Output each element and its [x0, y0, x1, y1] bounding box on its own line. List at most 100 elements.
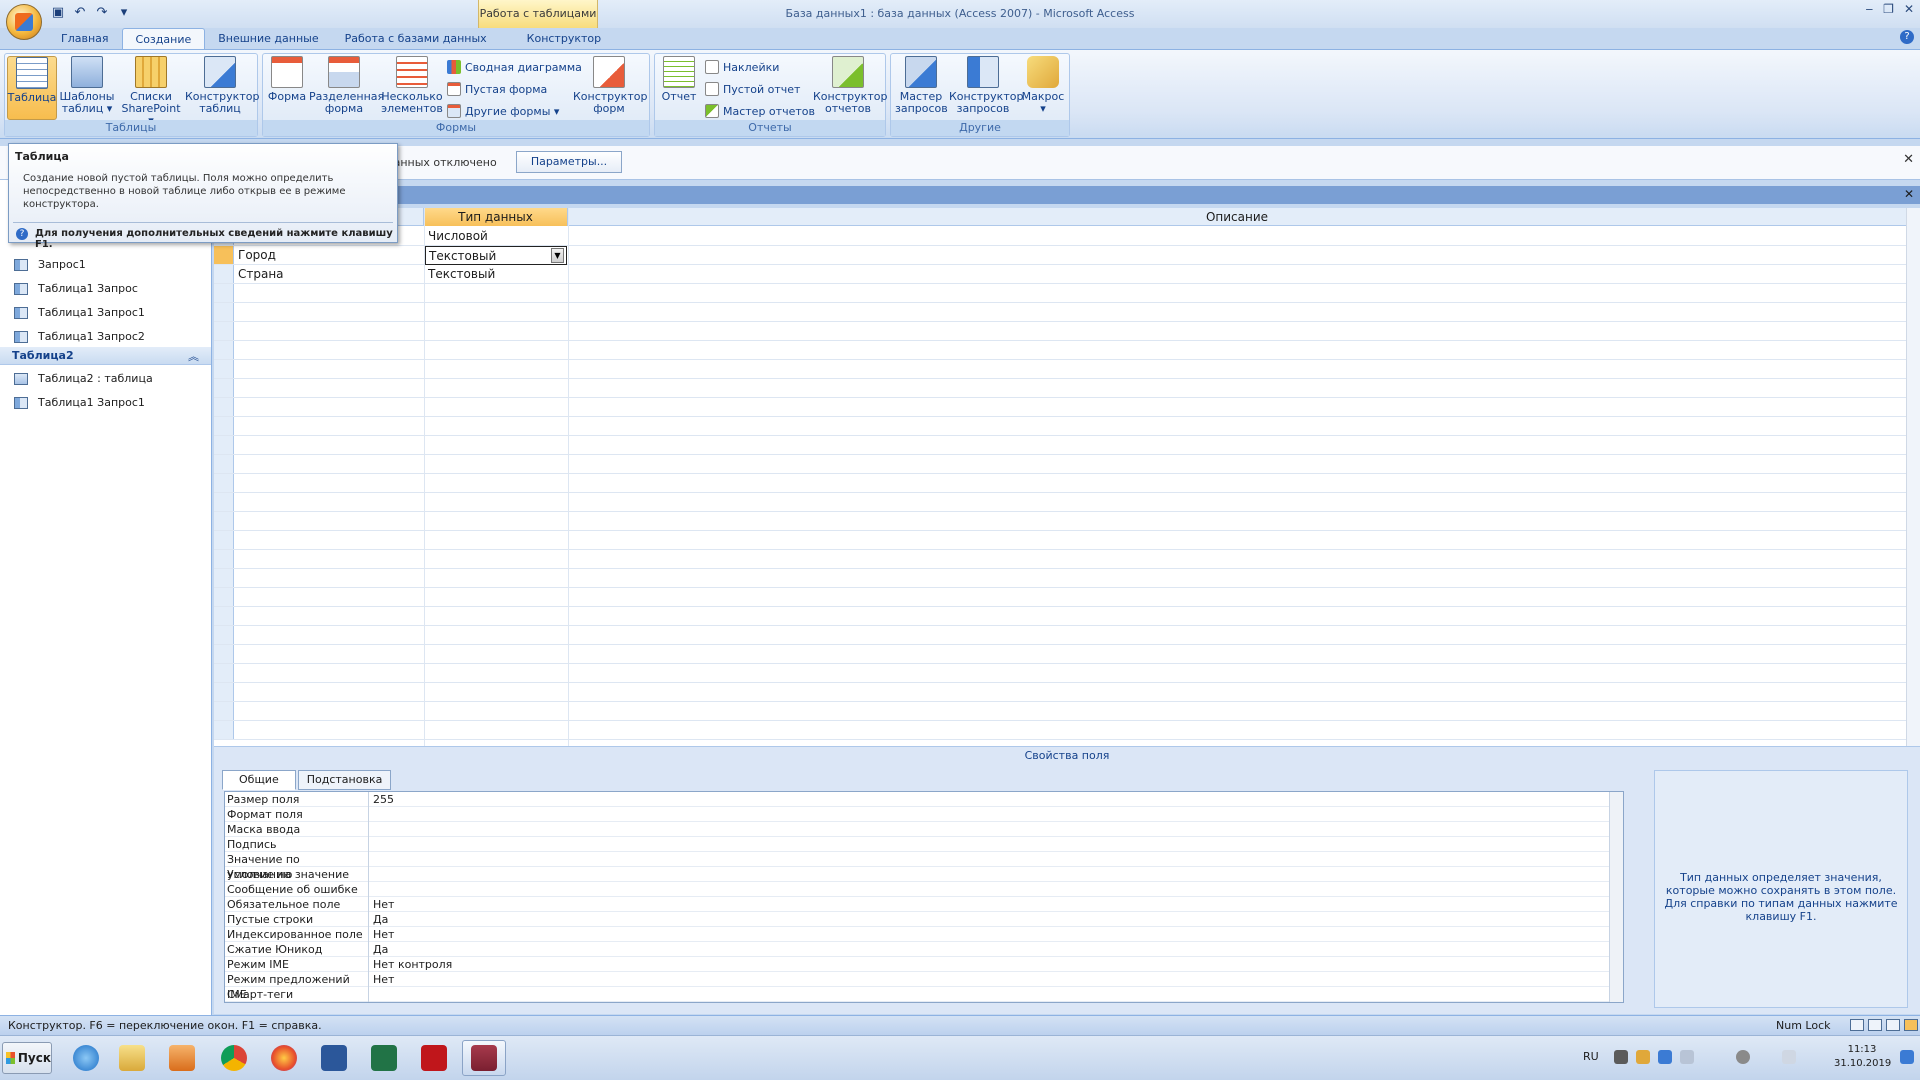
datasheet-view-icon[interactable] — [1850, 1019, 1864, 1031]
row-selector[interactable] — [214, 664, 234, 682]
macro-button[interactable]: Макрос ▾ — [1021, 56, 1065, 115]
multiple-items-button[interactable]: Несколько элементов — [381, 56, 443, 115]
row-selector[interactable] — [214, 683, 234, 701]
property-row[interactable]: Режим предложений IME Нет — [225, 972, 1623, 1001]
table-row[interactable] — [214, 588, 1906, 607]
row-selector[interactable] — [214, 341, 234, 359]
design-view-icon[interactable] — [1904, 1019, 1918, 1031]
property-value[interactable]: 255 — [373, 792, 394, 807]
nav-item-table1-query1[interactable]: Таблица1 Запрос1 — [14, 306, 145, 319]
data-type-cell[interactable]: Текстовый ▼ — [425, 246, 567, 265]
table-row[interactable] — [214, 569, 1906, 588]
row-selector[interactable] — [214, 607, 234, 625]
help-icon[interactable]: ? — [1900, 30, 1914, 44]
taskbar-excel[interactable] — [362, 1040, 406, 1076]
property-value[interactable]: Нет контроля — [373, 957, 452, 972]
property-value[interactable]: Нет — [373, 927, 394, 942]
query-designer-button[interactable]: Конструктор запросов — [949, 56, 1023, 115]
table-row[interactable] — [214, 455, 1906, 474]
row-selector[interactable] — [214, 702, 234, 720]
row-selector[interactable] — [214, 379, 234, 397]
tray-app-icon[interactable] — [1636, 1050, 1650, 1064]
labels-button[interactable]: Наклейки — [705, 60, 779, 74]
row-selector[interactable] — [214, 398, 234, 416]
row-selector[interactable] — [214, 550, 234, 568]
nav-item-table2[interactable]: Таблица2 : таблица — [14, 372, 153, 385]
close-icon[interactable]: ✕ — [1904, 2, 1914, 16]
property-row[interactable]: Пустые строки Да — [225, 912, 1623, 927]
table-row[interactable] — [214, 398, 1906, 417]
taskbar-access[interactable] — [462, 1040, 506, 1076]
property-row[interactable]: Сообщение об ошибке — [225, 882, 1623, 897]
pivot-chart-button[interactable]: Сводная диаграмма — [447, 60, 582, 74]
taskbar-chrome[interactable] — [212, 1040, 256, 1076]
network-icon[interactable] — [1658, 1050, 1672, 1064]
clock[interactable]: 11:13 31.10.2019 — [1834, 1043, 1891, 1071]
table-row[interactable] — [214, 531, 1906, 550]
tab-database-tools[interactable]: Работа с базами данных — [332, 28, 500, 50]
language-indicator[interactable]: RU — [1583, 1050, 1599, 1063]
close-document-icon[interactable]: ✕ — [1904, 187, 1914, 201]
volume-icon[interactable] — [1680, 1050, 1694, 1064]
taskbar-ie[interactable] — [64, 1040, 108, 1076]
tab-create[interactable]: Создание — [121, 28, 206, 50]
property-row[interactable]: Индексированное поле Нет — [225, 927, 1623, 942]
table-row[interactable] — [214, 626, 1906, 645]
property-row[interactable]: Значение по умолчанию — [225, 852, 1623, 881]
row-selector[interactable] — [214, 284, 234, 302]
row-selector[interactable] — [214, 303, 234, 321]
row-selector[interactable] — [214, 569, 234, 587]
property-value[interactable]: Да — [373, 912, 388, 927]
report-wizard-button[interactable]: Мастер отчетов — [705, 104, 815, 118]
table-row[interactable] — [214, 417, 1906, 436]
property-row[interactable]: Размер поля 255 — [225, 792, 1623, 807]
collapse-chevron-icon[interactable]: ︽ — [188, 348, 199, 364]
table-row[interactable]: Город Текстовый ▼ — [214, 246, 1906, 265]
pivotchart-view-icon[interactable] — [1886, 1019, 1900, 1031]
property-row[interactable]: Сжатие Юникод Да — [225, 942, 1623, 957]
tab-general[interactable]: Общие — [222, 770, 296, 790]
property-value[interactable]: Да — [373, 942, 388, 957]
row-selector[interactable] — [214, 645, 234, 663]
table-row[interactable]: Числовой — [214, 227, 1906, 246]
table-row[interactable] — [214, 550, 1906, 569]
minimize-icon[interactable]: ‒ — [1866, 2, 1874, 16]
data-type-cell[interactable]: Числовой — [425, 227, 567, 246]
taskbar-firefox[interactable] — [262, 1040, 306, 1076]
table-row[interactable] — [214, 645, 1906, 664]
split-form-button[interactable]: Разделенная форма — [309, 56, 384, 115]
blank-form-button[interactable]: Пустая форма — [447, 82, 547, 96]
properties-scrollbar[interactable] — [1609, 792, 1623, 1002]
blank-report-button[interactable]: Пустой отчет — [705, 82, 800, 96]
table-row[interactable] — [214, 474, 1906, 493]
row-selector[interactable] — [214, 531, 234, 549]
tray-app-icon[interactable] — [1614, 1050, 1628, 1064]
form-button[interactable]: Форма — [267, 56, 307, 103]
options-button[interactable]: Параметры... — [516, 151, 622, 173]
table-row[interactable] — [214, 284, 1906, 303]
tab-external-data[interactable]: Внешние данные — [205, 28, 331, 50]
row-selector[interactable] — [214, 721, 234, 739]
table-templates-button[interactable]: Шаблоны таблиц ▾ — [59, 56, 115, 115]
show-desktop-icon[interactable] — [1900, 1050, 1914, 1064]
row-selector[interactable] — [214, 417, 234, 435]
table-row[interactable] — [214, 322, 1906, 341]
nav-group-table2[interactable]: Таблица2 ︽ — [0, 347, 211, 365]
table-designer-button[interactable]: Конструктор таблиц — [185, 56, 259, 115]
table-row[interactable] — [214, 721, 1906, 740]
table-row[interactable] — [214, 512, 1906, 531]
property-row[interactable]: Условие на значение — [225, 867, 1623, 882]
tray-app-icon[interactable] — [1736, 1050, 1750, 1064]
property-row[interactable]: Режим IME Нет контроля — [225, 957, 1623, 972]
table-row[interactable] — [214, 303, 1906, 322]
more-forms-button[interactable]: Другие формы ▾ — [447, 104, 559, 118]
nav-item-table1-query[interactable]: Таблица1 Запрос — [14, 282, 138, 295]
data-type-cell[interactable]: Текстовый — [425, 265, 567, 284]
property-row[interactable]: Формат поля — [225, 807, 1623, 822]
table-row[interactable] — [214, 493, 1906, 512]
vertical-scrollbar[interactable] — [1906, 208, 1920, 746]
nav-item-table1-query1-b[interactable]: Таблица1 Запрос1 — [14, 396, 145, 409]
table-row[interactable] — [214, 341, 1906, 360]
tab-home[interactable]: Главная — [48, 28, 122, 50]
table-row[interactable] — [214, 702, 1906, 721]
